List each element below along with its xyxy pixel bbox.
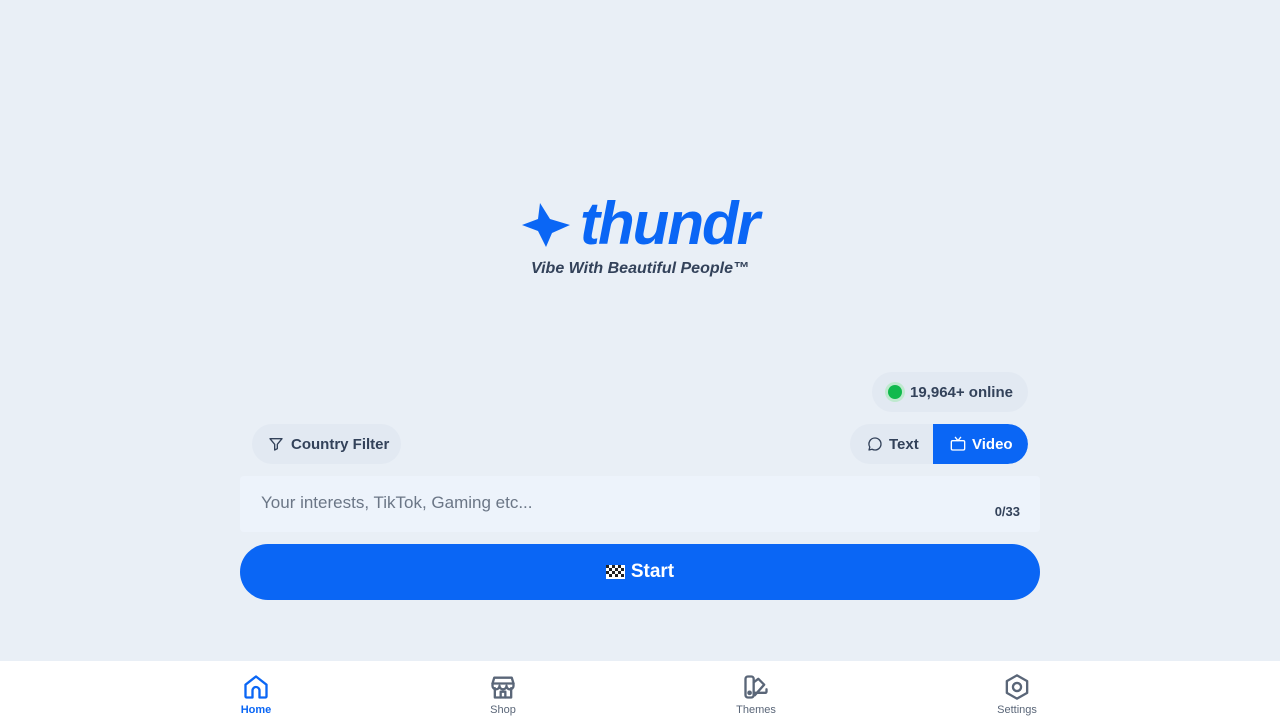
- online-count-badge: 19,964+ online: [872, 372, 1028, 412]
- start-button[interactable]: Start: [240, 544, 1040, 600]
- nav-item-settings[interactable]: Settings: [994, 661, 1040, 720]
- nav-item-home[interactable]: Home: [240, 661, 272, 720]
- tagline: Vibe With Beautiful People™: [531, 260, 749, 277]
- chat-mode-toggle: Text Video: [850, 424, 1028, 464]
- checkered-flag-icon: [605, 565, 625, 579]
- themes-icon: [744, 675, 768, 699]
- nav-label-themes: Themes: [736, 704, 776, 716]
- nav-label-home: Home: [240, 704, 272, 716]
- online-count-text: 19,964+ online: [910, 383, 1013, 401]
- chat-bubble-icon: [868, 437, 882, 451]
- online-status-dot: [888, 385, 902, 399]
- nav-label-shop: Shop: [490, 704, 516, 716]
- logo: thundr: [522, 190, 760, 257]
- settings-icon: [1005, 674, 1029, 700]
- text-mode-label: Text: [889, 435, 919, 453]
- lightning-logo-icon: [522, 203, 571, 247]
- nav-item-shop[interactable]: Shop: [486, 661, 520, 720]
- video-mode-button[interactable]: Video: [933, 424, 1028, 464]
- interests-input[interactable]: [240, 476, 980, 532]
- brand-header: thundr Vibe With Beautiful People™: [0, 190, 1280, 278]
- filter-icon: [269, 438, 283, 451]
- tv-icon: [950, 436, 966, 451]
- text-mode-button[interactable]: Text: [850, 424, 933, 464]
- country-filter-button[interactable]: Country Filter: [252, 424, 401, 464]
- interests-char-counter: 0/33: [994, 504, 1020, 519]
- bottom-nav: Home Shop Themes Settings: [0, 661, 1280, 720]
- home-icon: [244, 675, 268, 699]
- nav-label-settings: Settings: [997, 704, 1037, 716]
- country-filter-label: Country Filter: [291, 435, 390, 453]
- shop-icon: [491, 676, 515, 699]
- nav-item-themes[interactable]: Themes: [733, 661, 779, 720]
- interests-field: 0/33: [240, 476, 1040, 532]
- start-label: Start: [630, 561, 675, 582]
- brand-name: thundr: [580, 190, 760, 257]
- video-mode-label: Video: [972, 435, 1013, 453]
